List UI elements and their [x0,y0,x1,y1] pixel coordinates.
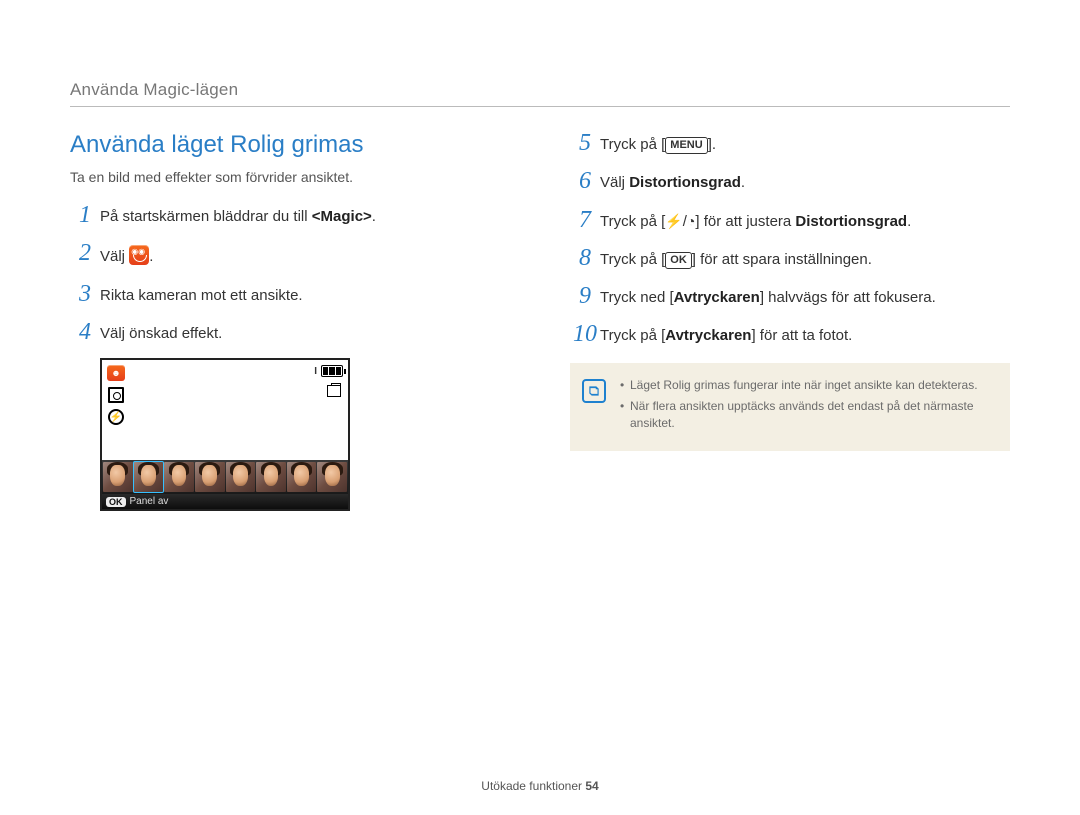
step-number: 1 [70,203,100,227]
lcd-live-area: ☻ ⚡ I [102,360,348,460]
page-footer: Utökade funktioner 54 [0,779,1080,793]
effect-thumb[interactable] [317,462,347,492]
effect-thumb[interactable] [195,462,225,492]
step-10-text: Tryck på [Avtryckaren] för att ta fotot. [600,322,852,346]
mode-icon: ☻ [107,365,125,381]
storage-icon [325,383,343,399]
ok-chip: OK [106,497,126,507]
note-bullet: Läget Rolig grimas fungerar inte när ing… [620,377,994,394]
step-number: 3 [70,282,100,306]
info-icon [582,379,606,403]
battery-icon [321,365,343,377]
step-number: 8 [570,246,600,270]
section-lead: Ta en bild med effekter som förvrider an… [70,169,510,185]
effect-thumb[interactable] [256,462,286,492]
header-breadcrumb: Använda Magic-lägen [70,80,1010,100]
step-4-text: Välj önskad effekt. [100,320,222,344]
step-7-text: Tryck på [⚡/◔] för att justera Distortio… [600,208,911,232]
menu-button-icon: MENU [665,137,707,154]
page-header: Använda Magic-lägen [70,80,1010,107]
effect-thumb-selected[interactable] [134,462,164,492]
step-3-text: Rikta kameran mot ett ansikte. [100,282,303,306]
info-note: Läget Rolig grimas fungerar inte när ing… [570,363,1010,451]
step-9-text: Tryck ned [Avtryckaren] halvvägs för att… [600,284,936,308]
step-number: 6 [570,169,600,193]
effect-thumbnail-strip [102,460,348,494]
right-column: 5 Tryck på [MENU]. 6 Välj Distortionsgra… [570,131,1010,511]
ok-button-icon: OK [665,252,692,269]
focus-mode-icon [107,387,125,403]
effect-thumb[interactable] [287,462,317,492]
step-5-text: Tryck på [MENU]. [600,131,716,155]
section-title: Använda läget Rolig grimas [70,131,510,159]
page-number: 54 [585,779,598,793]
step-number: 5 [570,131,600,155]
rec-indicator: I [314,366,317,377]
camera-screen-preview: ☻ ⚡ I [100,358,350,511]
step-number: 9 [570,284,600,308]
lcd-footer: OK Panel av [102,494,348,509]
steps-left: 1 På startskärmen bläddrar du till <Magi… [70,203,510,344]
left-column: Använda läget Rolig grimas Ta en bild me… [70,131,510,511]
steps-right: 5 Tryck på [MENU]. 6 Välj Distortionsgra… [570,131,1010,347]
step-6-text: Välj Distortionsgrad. [600,169,745,193]
step-number: 2 [70,241,100,265]
flash-icon: ⚡ [665,213,682,229]
step-1-text: På startskärmen bläddrar du till <Magic>… [100,203,376,227]
step-8-text: Tryck på [OK] för att spara inställninge… [600,246,872,270]
flash-off-icon: ⚡ [107,409,125,425]
effect-thumb[interactable] [226,462,256,492]
step-2-text: Välj . [100,241,153,267]
step-number: 10 [570,322,600,346]
panel-off-label: Panel av [130,496,169,507]
effect-thumb[interactable] [103,462,133,492]
step-number: 7 [570,208,600,232]
effect-thumb[interactable] [164,462,194,492]
funny-face-mode-icon [129,245,149,265]
note-bullet: När flera ansikten upptäcks används det … [620,398,994,433]
step-number: 4 [70,320,100,344]
